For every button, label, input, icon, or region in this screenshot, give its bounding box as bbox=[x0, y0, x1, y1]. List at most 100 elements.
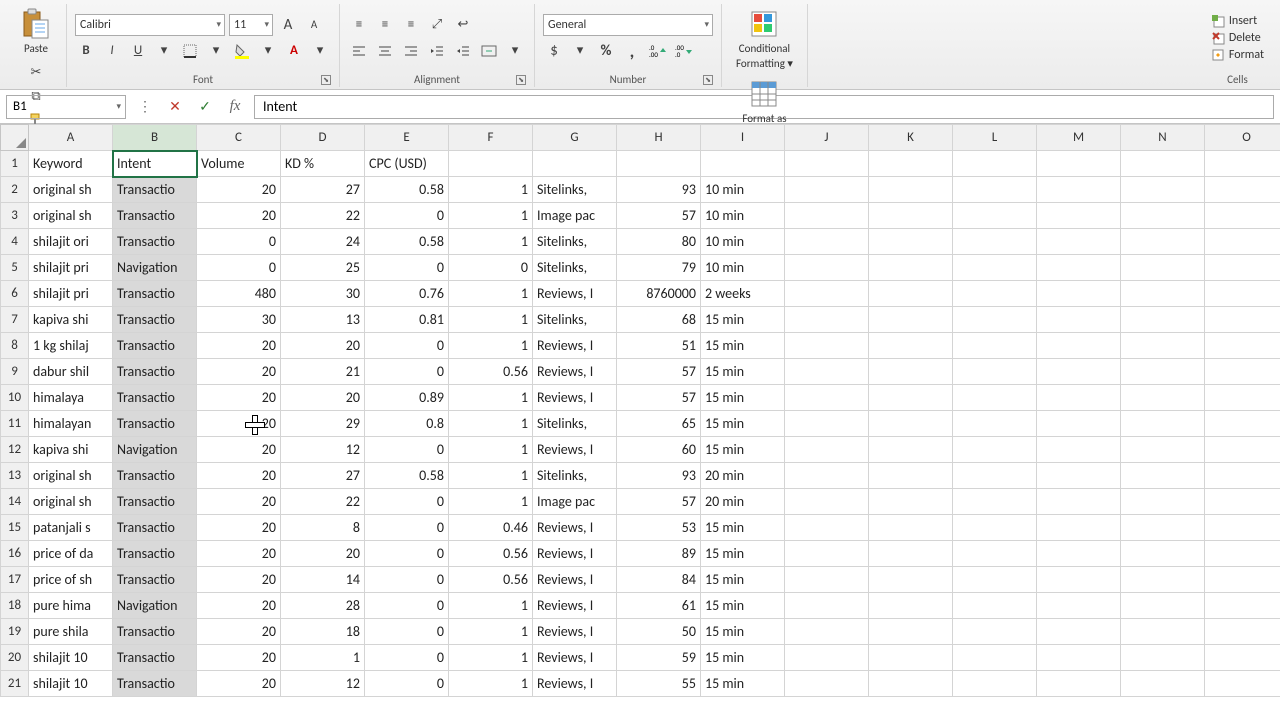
cell[interactable]: 20 min bbox=[701, 489, 785, 515]
cell[interactable] bbox=[869, 489, 953, 515]
cell[interactable] bbox=[1205, 567, 1280, 593]
cell[interactable]: 15 min bbox=[701, 359, 785, 385]
cell[interactable]: 28 bbox=[281, 593, 365, 619]
cell[interactable]: 79 bbox=[617, 255, 701, 281]
cell[interactable] bbox=[1121, 281, 1205, 307]
column-header-M[interactable]: M bbox=[1037, 125, 1121, 151]
cell[interactable] bbox=[785, 645, 869, 671]
cell[interactable] bbox=[869, 515, 953, 541]
cell[interactable]: 15 min bbox=[701, 307, 785, 333]
cell[interactable] bbox=[701, 151, 785, 177]
shrink-font-button[interactable]: A bbox=[303, 14, 325, 36]
cell[interactable]: pure hima bbox=[29, 593, 113, 619]
cell[interactable] bbox=[1205, 593, 1280, 619]
cell[interactable]: 30 bbox=[281, 281, 365, 307]
cell[interactable] bbox=[1121, 541, 1205, 567]
cell[interactable]: 20 bbox=[281, 541, 365, 567]
cell[interactable]: 20 bbox=[197, 177, 281, 203]
row-header[interactable]: 21 bbox=[1, 671, 29, 697]
cell[interactable] bbox=[1205, 255, 1280, 281]
cell[interactable]: 0 bbox=[365, 359, 449, 385]
cell[interactable]: 480 bbox=[197, 281, 281, 307]
align-right-button[interactable] bbox=[400, 40, 422, 62]
cell[interactable] bbox=[785, 437, 869, 463]
cell[interactable]: 0 bbox=[365, 255, 449, 281]
cell[interactable]: Reviews, I bbox=[533, 671, 617, 697]
cell[interactable]: Transactio bbox=[113, 463, 197, 489]
cell[interactable]: 14 bbox=[281, 567, 365, 593]
cell[interactable]: Transactio bbox=[113, 619, 197, 645]
cell[interactable] bbox=[1205, 385, 1280, 411]
cell[interactable] bbox=[1037, 255, 1121, 281]
delete-button[interactable]: Delete bbox=[1209, 30, 1266, 46]
row-header[interactable]: 15 bbox=[1, 515, 29, 541]
cell[interactable] bbox=[785, 671, 869, 697]
cell[interactable]: 1 bbox=[449, 489, 533, 515]
cell[interactable]: 12 bbox=[281, 671, 365, 697]
cell[interactable]: original sh bbox=[29, 489, 113, 515]
row-header[interactable]: 16 bbox=[1, 541, 29, 567]
row-header[interactable]: 17 bbox=[1, 567, 29, 593]
cell[interactable] bbox=[1121, 177, 1205, 203]
cell[interactable] bbox=[953, 203, 1037, 229]
row-header[interactable]: 20 bbox=[1, 645, 29, 671]
cell[interactable] bbox=[1121, 437, 1205, 463]
cell[interactable] bbox=[869, 593, 953, 619]
cell[interactable]: Transactio bbox=[113, 541, 197, 567]
cell[interactable] bbox=[1037, 177, 1121, 203]
cell[interactable]: 0.56 bbox=[449, 567, 533, 593]
formula-dropdown[interactable]: ⋮ bbox=[134, 96, 156, 118]
cell[interactable]: 1 bbox=[449, 177, 533, 203]
cell[interactable] bbox=[1121, 463, 1205, 489]
cell[interactable] bbox=[869, 307, 953, 333]
cell[interactable]: Sitelinks, bbox=[533, 411, 617, 437]
cell[interactable]: 0 bbox=[365, 515, 449, 541]
cell[interactable]: Reviews, I bbox=[533, 619, 617, 645]
cell[interactable]: 1 bbox=[281, 645, 365, 671]
cell[interactable]: 15 min bbox=[701, 437, 785, 463]
cell[interactable]: 20 bbox=[197, 567, 281, 593]
column-header-G[interactable]: G bbox=[533, 125, 617, 151]
cell[interactable] bbox=[1121, 255, 1205, 281]
cell[interactable]: 0.56 bbox=[449, 541, 533, 567]
cell[interactable] bbox=[1121, 307, 1205, 333]
cell[interactable] bbox=[953, 567, 1037, 593]
paste-button[interactable]: Paste bbox=[14, 6, 58, 57]
row-header[interactable]: 4 bbox=[1, 229, 29, 255]
cell[interactable]: KD % bbox=[281, 151, 365, 177]
font-size-combo[interactable]: 11 bbox=[229, 14, 273, 36]
cell[interactable]: 20 bbox=[197, 359, 281, 385]
cell[interactable] bbox=[1205, 671, 1280, 697]
row-header[interactable]: 19 bbox=[1, 619, 29, 645]
cell[interactable]: Transactio bbox=[113, 645, 197, 671]
cell[interactable]: 1 bbox=[449, 645, 533, 671]
fill-color-button[interactable] bbox=[231, 40, 253, 62]
cell[interactable]: price of da bbox=[29, 541, 113, 567]
cancel-edit-button[interactable]: ✕ bbox=[164, 96, 186, 118]
row-header[interactable]: 13 bbox=[1, 463, 29, 489]
cell[interactable] bbox=[1037, 281, 1121, 307]
row-header[interactable]: 5 bbox=[1, 255, 29, 281]
increase-decimal-button[interactable]: .0.00 bbox=[647, 40, 669, 62]
decrease-indent-button[interactable] bbox=[426, 40, 448, 62]
grow-font-button[interactable]: A bbox=[277, 14, 299, 36]
cell[interactable]: 0 bbox=[449, 255, 533, 281]
cell[interactable]: Reviews, I bbox=[533, 359, 617, 385]
column-header-F[interactable]: F bbox=[449, 125, 533, 151]
cell[interactable]: 0.81 bbox=[365, 307, 449, 333]
cell[interactable]: 0.89 bbox=[365, 385, 449, 411]
cell[interactable]: 0 bbox=[365, 593, 449, 619]
cell[interactable]: 61 bbox=[617, 593, 701, 619]
cell[interactable] bbox=[1121, 645, 1205, 671]
row-header[interactable]: 1 bbox=[1, 151, 29, 177]
cell[interactable] bbox=[953, 307, 1037, 333]
cell[interactable]: kapiva shi bbox=[29, 437, 113, 463]
cell[interactable] bbox=[1205, 645, 1280, 671]
cell[interactable]: 20 bbox=[197, 593, 281, 619]
cell[interactable]: 0.58 bbox=[365, 463, 449, 489]
row-header[interactable]: 9 bbox=[1, 359, 29, 385]
accounting-more[interactable]: ▾ bbox=[569, 40, 591, 62]
cell[interactable]: Navigation bbox=[113, 593, 197, 619]
cell[interactable]: original sh bbox=[29, 203, 113, 229]
cell[interactable] bbox=[869, 281, 953, 307]
